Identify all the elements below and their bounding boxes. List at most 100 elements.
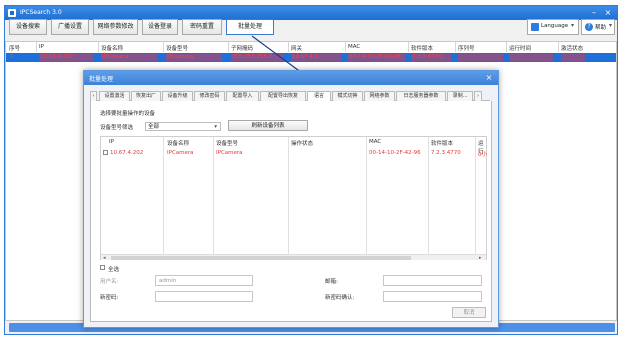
language-select[interactable]: Language ▾ [527, 19, 579, 35]
column-header[interactable]: 序号 [9, 44, 20, 52]
inner-cell-model: IPCamera [216, 150, 243, 156]
filter-value: 全部 [148, 124, 160, 130]
chevron-down-icon: ▾ [214, 124, 217, 130]
chevron-down-icon: ▾ [571, 22, 575, 29]
dialog-close-icon[interactable]: × [484, 73, 494, 83]
scrollbar-thumb[interactable] [111, 256, 411, 260]
tab-record[interactable]: 录制... [447, 91, 473, 101]
column-header[interactable]: MAC [348, 44, 360, 50]
batch-process-button[interactable]: 批量处理 [226, 19, 274, 35]
network-params-button[interactable]: 网络参数修改 [93, 19, 138, 35]
row-cell-model: IPCamera [167, 54, 194, 60]
tab-activate[interactable]: 设置激活 [99, 91, 130, 101]
column-divider [288, 42, 289, 52]
column-divider [36, 42, 37, 52]
column-header[interactable]: 设备名称 [101, 44, 123, 52]
language-label: Language [541, 23, 569, 29]
column-header[interactable]: MAC [369, 139, 381, 145]
tab-mode-switch[interactable]: 模式切换 [332, 91, 363, 101]
column-divider [163, 137, 164, 255]
column-header[interactable]: 软件版本 [411, 44, 433, 52]
select-all-label: 全选 [108, 267, 120, 273]
model-filter-select[interactable]: 全部 ▾ [145, 122, 221, 131]
column-divider [558, 42, 559, 52]
column-divider [288, 137, 289, 255]
help-label: 帮助 [595, 25, 607, 31]
table-row[interactable]: 1 10.67.4.202 IPCamera IPCamera 255.255.… [6, 53, 616, 62]
column-header[interactable]: 子网掩码 [231, 44, 253, 52]
inner-cell-run: 0小 [478, 152, 487, 158]
close-button[interactable]: × [603, 8, 613, 18]
tab-change-password[interactable]: 修改密码 [194, 91, 225, 101]
select-all-checkbox[interactable] [100, 265, 105, 270]
confirm-password-label: 新密码确认: [325, 295, 355, 301]
column-header[interactable]: 设备型号 [166, 44, 188, 52]
device-search-button[interactable]: 设备搜索 [9, 19, 47, 35]
column-header[interactable]: 网关 [291, 44, 302, 52]
language-icon [531, 23, 539, 31]
row-cell-version: 7.2.3.4770 [412, 54, 442, 60]
row-checkbox[interactable] [103, 150, 108, 155]
scroll-right-icon[interactable]: ▸ [479, 255, 482, 261]
tab-config-import[interactable]: 配置导入 [226, 91, 259, 101]
horizontal-scrollbar[interactable]: ◂ ▸ [101, 254, 486, 261]
column-divider [455, 42, 456, 52]
scroll-left-icon[interactable]: ◂ [103, 255, 106, 261]
mailbox-field[interactable] [383, 275, 482, 286]
row-cell-index: 1 [10, 54, 14, 60]
dialog-title-bar: 批量处理 × [84, 71, 498, 85]
column-header[interactable]: 操作状态 [291, 139, 313, 147]
mailbox-label: 邮箱: [325, 279, 338, 285]
tab-panel: 选择要批量操作的设备 设备型号筛选 全部 ▾ 刷新设备列表 IP 设备名称 设备… [90, 101, 492, 322]
redacted-cell [509, 54, 553, 61]
window-title: IPCSearch 3.0 [20, 9, 62, 16]
confirm-password-field[interactable] [383, 291, 482, 302]
row-cell-gateway: 10.67.4.1 [292, 54, 319, 60]
chevron-down-icon: ▾ [609, 22, 613, 29]
username-field[interactable]: admin [155, 275, 253, 286]
inner-cell-name: IPCamera [167, 150, 194, 156]
column-header[interactable]: 设备名称 [167, 139, 189, 147]
column-divider [506, 42, 507, 52]
device-login-button[interactable]: 设备登录 [142, 19, 178, 35]
filter-label: 设备型号筛选 [100, 125, 134, 131]
inner-cell-version: 7.2.3.4770 [431, 150, 461, 156]
refresh-device-list-button[interactable]: 刷新设备列表 [228, 120, 308, 131]
help-icon: ? [585, 23, 593, 31]
column-header[interactable]: 序列号 [458, 44, 475, 52]
cancel-button[interactable]: 取消 [452, 307, 486, 318]
row-cell-mask: 255.255.255.0 [232, 54, 273, 60]
column-divider [475, 137, 476, 255]
password-reset-button[interactable]: 密码重置 [182, 19, 222, 35]
new-password-field[interactable] [155, 291, 253, 302]
tab-upgrade[interactable]: 设备升级 [162, 91, 193, 101]
tab-factory-reset[interactable]: 恢复出厂 [131, 91, 161, 101]
tab-strip: ‹ 设置激活 恢复出厂 设备升级 修改密码 配置导入 配置导出恢复 语言 模式切… [90, 91, 490, 102]
redacted-cell [561, 54, 585, 61]
help-button[interactable]: ? 帮助 ▾ [581, 19, 615, 35]
app-icon [8, 9, 16, 17]
tab-network-params[interactable]: 网络参数 [364, 91, 395, 101]
row-cell-name: IPCamera [102, 54, 129, 60]
batch-device-table: IP 设备名称 设备型号 操作状态 MAC 软件版本 运行 10.67.4.20… [100, 136, 487, 261]
tab-scroll-left-icon[interactable]: ‹ [90, 91, 97, 101]
column-divider [98, 42, 99, 52]
inner-cell-ip: 10.67.4.202 [110, 150, 144, 156]
broadcast-settings-button[interactable]: 广播设置 [51, 19, 89, 35]
column-header[interactable]: 软件版本 [431, 139, 453, 147]
dialog-title: 批量处理 [89, 76, 114, 83]
minimize-button[interactable]: – [589, 8, 599, 18]
column-header[interactable]: 设备型号 [216, 139, 238, 147]
column-header[interactable]: 运行时间 [509, 44, 531, 52]
redacted-cell [458, 54, 503, 61]
column-divider [366, 137, 367, 255]
tab-scroll-right-icon[interactable]: › [474, 91, 482, 101]
column-divider [213, 137, 214, 255]
column-header[interactable]: IP [39, 44, 44, 50]
username-label: 用户名: [100, 279, 119, 285]
column-header[interactable]: 激活状态 [561, 44, 583, 52]
tab-log-server[interactable]: 日志服务器参数 [396, 91, 446, 101]
column-header[interactable]: IP [109, 139, 114, 145]
row-cell-mac: 00-14-10-2F-42-96 [349, 54, 401, 60]
tab-config-export[interactable]: 配置导出恢复 [260, 91, 306, 101]
